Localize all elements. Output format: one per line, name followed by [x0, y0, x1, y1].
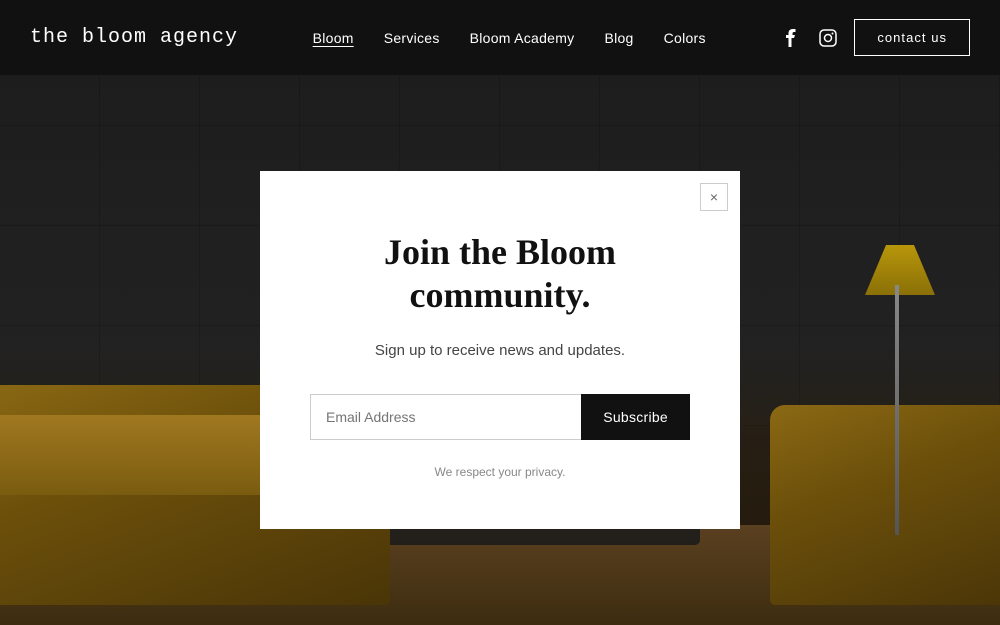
modal-title: Join the Bloom community.: [310, 231, 690, 317]
nav-bloom-academy[interactable]: Bloom Academy: [470, 30, 575, 46]
nav-services[interactable]: Services: [384, 30, 440, 46]
nav-colors[interactable]: Colors: [664, 30, 706, 46]
contact-button[interactable]: contact us: [854, 19, 970, 56]
modal-subtitle: Sign up to receive news and updates.: [310, 342, 690, 359]
email-form-row: Subscribe: [310, 394, 690, 440]
main-nav: Bloom Services Bloom Academy Blog Colors: [313, 30, 706, 46]
modal-overlay: × Join the Bloom community. Sign up to r…: [0, 75, 1000, 625]
signup-modal: × Join the Bloom community. Sign up to r…: [260, 171, 740, 529]
facebook-icon[interactable]: [780, 27, 802, 49]
nav-bloom[interactable]: Bloom: [313, 30, 354, 46]
instagram-icon[interactable]: [817, 27, 839, 49]
modal-close-button[interactable]: ×: [700, 183, 728, 211]
social-icons: contact us: [780, 19, 970, 56]
nav-blog[interactable]: Blog: [604, 30, 633, 46]
email-input[interactable]: [310, 394, 581, 440]
subscribe-button[interactable]: Subscribe: [581, 394, 690, 440]
header: the bloom agency Bloom Services Bloom Ac…: [0, 0, 1000, 75]
privacy-text: We respect your privacy.: [310, 465, 690, 479]
site-logo: the bloom agency: [30, 26, 238, 49]
